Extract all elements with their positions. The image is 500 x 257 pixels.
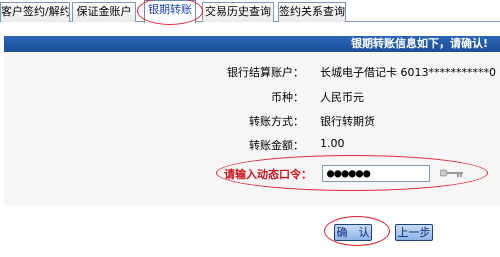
dynamic-password-input[interactable]: ●●●●●● — [322, 165, 430, 182]
info-header: 银期转账信息如下，请确认! — [4, 36, 500, 52]
transfer-amount-value: 1.00 — [320, 137, 345, 150]
tab-client-signing[interactable]: 客户签约/解约 — [0, 2, 70, 22]
back-button[interactable]: 上一步 — [395, 224, 433, 241]
transfer-method-label: 转账方式： — [249, 115, 304, 128]
tab-bank-futures-transfer[interactable]: 银期转账 — [144, 0, 196, 23]
tab-bar: 客户签约/解约 保证金账户 银期转账 交易历史查询 签约关系查询 — [0, 0, 500, 23]
transfer-amount-label: 转账金额： — [249, 139, 304, 152]
account-value: 长城电子借记卡 6013***********0 — [320, 66, 496, 79]
transfer-method-value: 银行转期货 — [320, 115, 375, 128]
account-label: 银行结算账户： — [227, 66, 304, 79]
confirm-button[interactable]: 确 认 — [334, 224, 372, 241]
tab-signing-relationship[interactable]: 签约关系查询 — [278, 2, 346, 22]
dynamic-password-label: 请输入动态口令： — [224, 168, 312, 181]
tab-transaction-history[interactable]: 交易历史查询 — [202, 2, 274, 22]
tab-margin-account[interactable]: 保证金账户 — [72, 2, 136, 22]
currency-label: 币种： — [271, 91, 304, 104]
currency-value: 人民币元 — [320, 91, 364, 104]
key-icon[interactable] — [440, 167, 464, 179]
